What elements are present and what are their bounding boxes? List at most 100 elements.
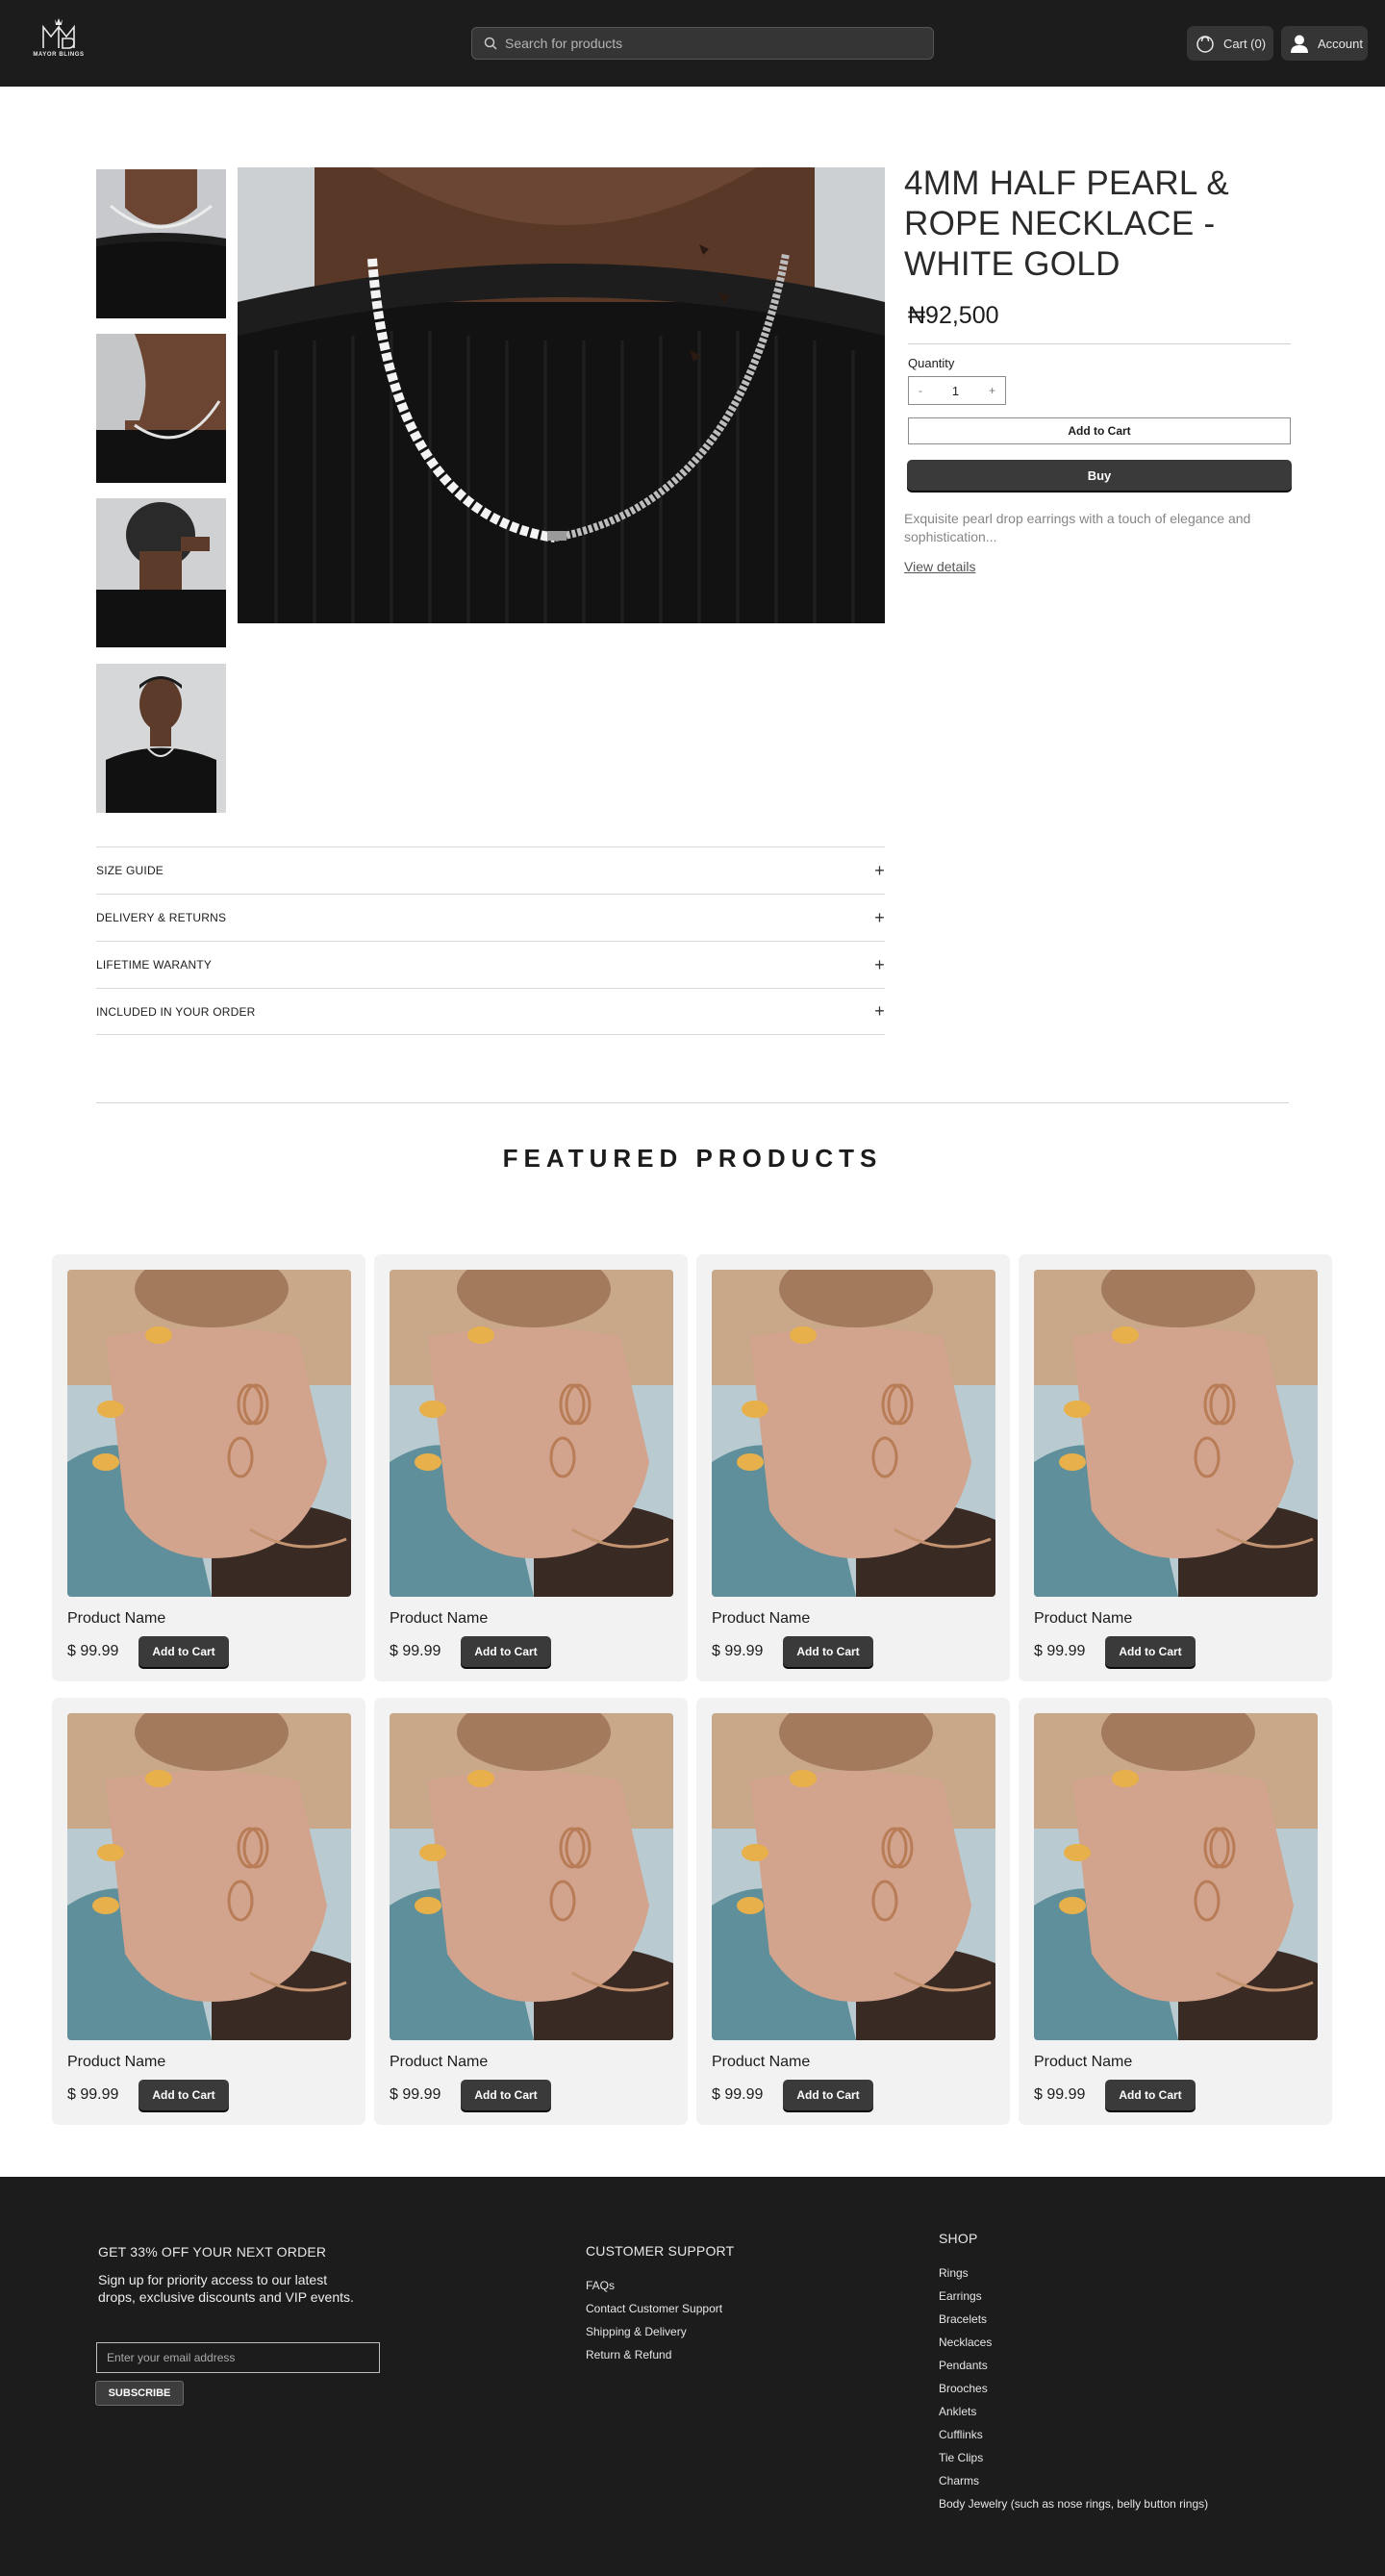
product-thumbnail[interactable] <box>96 334 226 483</box>
product-price: ₦92,500 <box>908 302 999 329</box>
add-to-cart-button[interactable]: Add to Cart <box>783 2080 873 2110</box>
product-thumbnail[interactable] <box>96 498 226 647</box>
product-price: $ 99.99 <box>1034 2086 1086 2103</box>
product-name: Product Name <box>712 1610 811 1627</box>
product-card[interactable]: Product Name $ 99.99 Add to Cart <box>1019 1254 1332 1681</box>
footer-link[interactable]: Body Jewelry (such as nose rings, belly … <box>939 2497 1208 2520</box>
product-card[interactable]: Product Name $ 99.99 Add to Cart <box>696 1254 1010 1681</box>
footer-link[interactable]: Shipping & Delivery <box>586 2325 722 2348</box>
product-thumbnail[interactable] <box>96 664 226 813</box>
add-to-cart-button[interactable]: Add to Cart <box>461 2080 551 2110</box>
add-to-cart-button[interactable]: Add to Cart <box>461 1636 551 1667</box>
add-to-cart-button[interactable]: Add to Cart <box>783 1636 873 1667</box>
product-price: $ 99.99 <box>712 1643 764 1659</box>
plus-icon: + <box>874 1001 885 1021</box>
accordion-label: DELIVERY & RETURNS <box>96 911 227 924</box>
product-thumbnail[interactable] <box>96 169 226 318</box>
shop-heading: SHOP <box>939 2231 978 2246</box>
email-placeholder: Enter your email address <box>107 2351 236 2364</box>
support-links: FAQs Contact Customer Support Shipping &… <box>586 2279 722 2371</box>
footer-link[interactable]: Charms <box>939 2474 1208 2497</box>
account-button[interactable]: Account <box>1281 26 1368 61</box>
site-footer: GET 33% OFF YOUR NEXT ORDER Sign up for … <box>0 2177 1385 2576</box>
product-price: $ 99.99 <box>712 2086 764 2103</box>
footer-link[interactable]: Tie Clips <box>939 2451 1208 2474</box>
quantity-stepper[interactable]: - 1 + <box>908 376 1006 405</box>
product-price: $ 99.99 <box>390 2086 441 2103</box>
quantity-decrement-button[interactable]: - <box>919 384 922 397</box>
search-bar[interactable] <box>471 27 934 60</box>
quantity-increment-button[interactable]: + <box>989 384 995 397</box>
product-price: $ 99.99 <box>390 1643 441 1659</box>
footer-link[interactable]: Bracelets <box>939 2312 1208 2336</box>
accordion-size-guide[interactable]: SIZE GUIDE + <box>96 846 885 894</box>
product-image[interactable] <box>67 1270 351 1597</box>
featured-title: FEATURED PRODUCTS <box>502 1144 883 1173</box>
product-card[interactable]: Product Name $ 99.99 Add to Cart <box>1019 1698 1332 2125</box>
product-main-image[interactable] <box>238 167 885 623</box>
plus-icon: + <box>874 860 885 880</box>
brand-logo[interactable]: MAYOR BLINGS <box>29 17 88 60</box>
accordion-label: SIZE GUIDE <box>96 864 164 877</box>
email-field[interactable]: Enter your email address <box>96 2342 380 2373</box>
footer-link[interactable]: Brooches <box>939 2382 1208 2405</box>
footer-link[interactable]: Earrings <box>939 2289 1208 2312</box>
add-to-cart-button[interactable]: Add to Cart <box>1105 1636 1196 1667</box>
product-info: 4MM HALF PEARL & ROPE NECKLACE - WHITE G… <box>904 164 1292 576</box>
product-image[interactable] <box>67 1713 351 2040</box>
product-card[interactable]: Product Name $ 99.99 Add to Cart <box>696 1698 1010 2125</box>
product-name: Product Name <box>390 1610 489 1627</box>
account-label: Account <box>1318 36 1363 51</box>
accordion-label: INCLUDED IN YOUR ORDER <box>96 1004 256 1019</box>
logo-text: MAYOR BLINGS <box>33 52 85 58</box>
product-image[interactable] <box>712 1713 995 2040</box>
product-card[interactable]: Product Name $ 99.99 Add to Cart <box>52 1254 365 1681</box>
footer-link[interactable]: Contact Customer Support <box>586 2302 722 2325</box>
quantity-value[interactable]: 1 <box>952 384 959 398</box>
product-price: $ 99.99 <box>1034 1643 1086 1659</box>
accordion-included-in-order[interactable]: INCLUDED IN YOUR ORDER + <box>96 988 885 1035</box>
add-to-cart-button[interactable]: Add to Cart <box>138 2080 229 2110</box>
product-image[interactable] <box>1034 1713 1318 2040</box>
cart-label: Cart (0) <box>1223 36 1267 51</box>
support-heading: CUSTOMER SUPPORT <box>586 2243 735 2259</box>
product-image[interactable] <box>390 1270 673 1597</box>
product-card[interactable]: Product Name $ 99.99 Add to Cart <box>374 1254 688 1681</box>
footer-link[interactable]: Pendants <box>939 2359 1208 2382</box>
featured-products-section: FEATURED PRODUCTS Product Name $ 99.99 Add… <box>0 1103 1385 2177</box>
product-image[interactable] <box>1034 1270 1318 1597</box>
cart-button[interactable]: Cart (0) <box>1187 26 1273 61</box>
footer-link[interactable]: Return & Refund <box>586 2348 722 2371</box>
product-name: Product Name <box>67 1610 166 1627</box>
product-price: $ 99.99 <box>67 1643 119 1659</box>
plus-icon: + <box>874 907 885 927</box>
plus-icon: + <box>874 954 885 974</box>
footer-link[interactable]: Cufflinks <box>939 2428 1208 2451</box>
product-description: Exquisite pearl drop earrings with a tou… <box>904 511 1251 544</box>
divider <box>908 343 1291 344</box>
buy-button[interactable]: Buy <box>907 460 1292 491</box>
search-input[interactable] <box>505 36 909 51</box>
accordion-delivery-returns[interactable]: DELIVERY & RETURNS + <box>96 894 885 941</box>
promo-text: Sign up for priority access to our lates… <box>98 2272 354 2305</box>
logo-icon <box>42 18 75 49</box>
product-card[interactable]: Product Name $ 99.99 Add to Cart <box>52 1698 365 2125</box>
product-price: $ 99.99 <box>67 2086 119 2103</box>
subscribe-button[interactable]: SUBSCRIBE <box>95 2381 184 2406</box>
accordion-lifetime-warranty[interactable]: LIFETIME WARANTY + <box>96 941 885 988</box>
footer-link[interactable]: FAQs <box>586 2279 722 2302</box>
view-details-link[interactable]: View details <box>904 559 975 574</box>
product-image[interactable] <box>390 1713 673 2040</box>
quantity-label: Quantity <box>908 356 955 370</box>
add-to-cart-button[interactable]: Add to Cart <box>138 1636 229 1667</box>
product-image[interactable] <box>712 1270 995 1597</box>
product-card[interactable]: Product Name $ 99.99 Add to Cart <box>374 1698 688 2125</box>
add-to-cart-button[interactable]: Add to Cart <box>1105 2080 1196 2110</box>
search-icon <box>484 37 497 50</box>
footer-link[interactable]: Rings <box>939 2266 1208 2289</box>
add-to-cart-button[interactable]: Add to Cart <box>908 417 1291 444</box>
product-section: 4MM HALF PEARL & ROPE NECKLACE - WHITE G… <box>0 87 1385 1103</box>
product-name: Product Name <box>1034 2054 1133 2070</box>
footer-link[interactable]: Necklaces <box>939 2336 1208 2359</box>
footer-link[interactable]: Anklets <box>939 2405 1208 2428</box>
